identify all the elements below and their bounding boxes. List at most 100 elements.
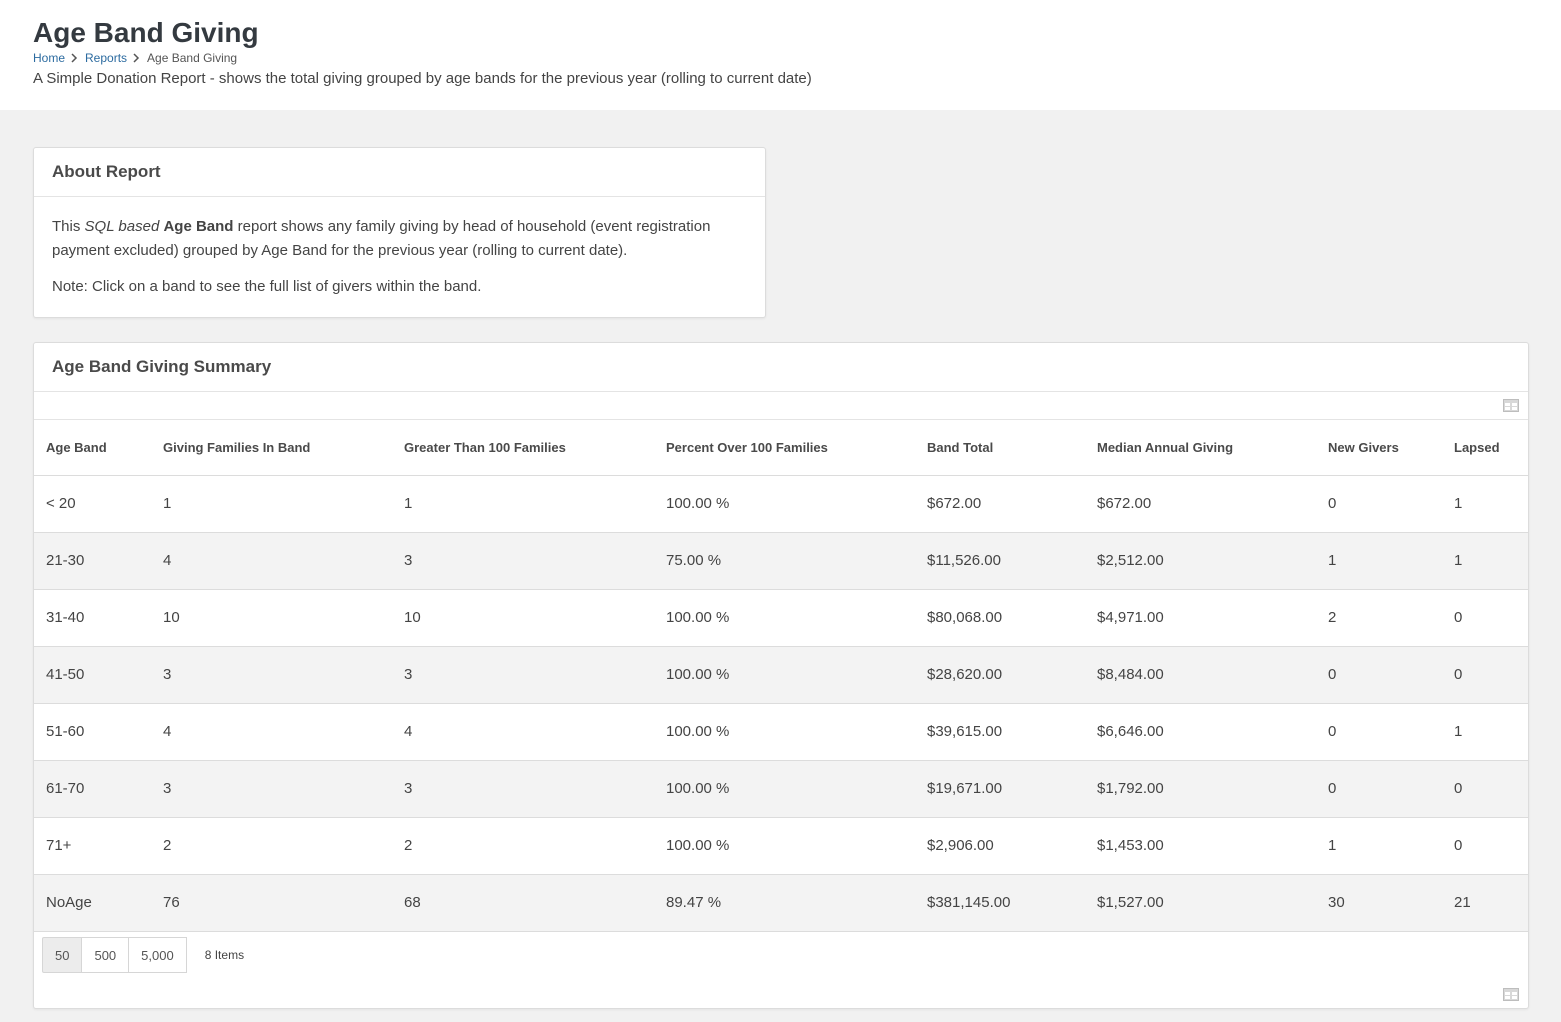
table-cell: 100.00 % (654, 646, 915, 704)
table-cell: 10 (392, 589, 654, 647)
about-text: This (52, 218, 81, 235)
table-cell: $2,512.00 (1085, 532, 1316, 590)
table-cell: $1,527.00 (1085, 874, 1316, 932)
table-cell: 41-50 (34, 646, 151, 704)
table-cell: 21-30 (34, 532, 151, 590)
column-header[interactable]: Giving Families In Band (151, 420, 392, 476)
page-title: Age Band Giving (33, 17, 259, 48)
table-cell: 76 (151, 874, 392, 932)
table-export-icon[interactable] (1503, 399, 1519, 412)
table-row[interactable]: 41-50 3 3 100.00 % $28,620.00 $8,484.00 … (34, 646, 1528, 704)
table-cell: 75.00 % (654, 532, 915, 590)
table-row[interactable]: 21-30 4 3 75.00 % $11,526.00 $2,512.00 1… (34, 532, 1528, 590)
table-cell: 2 (392, 817, 654, 875)
about-note: Note: Click on a band to see the full li… (52, 278, 482, 295)
table-cell: 4 (151, 703, 392, 761)
table-cell: 1 (1442, 475, 1528, 533)
table-cell: 1 (151, 475, 392, 533)
table-cell: 3 (151, 646, 392, 704)
table-cell: 0 (1442, 817, 1528, 875)
column-header[interactable]: Greater Than 100 Families (392, 420, 654, 476)
summary-title: Age Band Giving Summary (34, 343, 1528, 392)
table-cell: 3 (392, 532, 654, 590)
table-cell: 21 (1442, 874, 1528, 932)
table-cell: 10 (151, 589, 392, 647)
about-text-italic: SQL based (84, 218, 160, 235)
table-header-row: Age Band Giving Families In Band Greater… (34, 420, 1528, 476)
table-cell: 1 (1316, 817, 1442, 875)
table-row[interactable]: 51-60 4 4 100.00 % $39,615.00 $6,646.00 … (34, 703, 1528, 761)
table-cell: 61-70 (34, 760, 151, 818)
column-header[interactable]: Band Total (915, 420, 1085, 476)
column-header[interactable]: Lapsed (1442, 420, 1528, 476)
grid-actions-bar (34, 392, 1528, 420)
table-cell: 89.47 % (654, 874, 915, 932)
table-cell: < 20 (34, 475, 151, 533)
table-cell: 100.00 % (654, 589, 915, 647)
breadcrumb: Home Reports Age Band Giving (33, 50, 237, 66)
about-paragraph: This SQL based Age Band report shows any… (52, 215, 747, 263)
table-cell: 100.00 % (654, 475, 915, 533)
summary-table: Age Band Giving Families In Band Greater… (34, 420, 1528, 932)
table-cell: $28,620.00 (915, 646, 1085, 704)
table-body: < 20 1 1 100.00 % $672.00 $672.00 0 1 21… (34, 475, 1528, 932)
about-report-title: About Report (34, 148, 765, 197)
page-size-5000-button[interactable]: 5,000 (128, 937, 187, 973)
table-row[interactable]: 71+ 2 2 100.00 % $2,906.00 $1,453.00 1 0 (34, 817, 1528, 875)
table-cell: 1 (1442, 532, 1528, 590)
table-cell: $39,615.00 (915, 703, 1085, 761)
column-header[interactable]: New Givers (1316, 420, 1442, 476)
page-header: Age Band Giving Home Reports Age Band Gi… (0, 0, 1561, 110)
page-size-500-button[interactable]: 500 (81, 937, 130, 973)
table-cell: $19,671.00 (915, 760, 1085, 818)
table-cell: 0 (1442, 589, 1528, 647)
table-cell: NoAge (34, 874, 151, 932)
table-cell: $1,453.00 (1085, 817, 1316, 875)
table-cell: 68 (392, 874, 654, 932)
age-band-summary-panel: Age Band Giving Summary Age Band Giving … (33, 342, 1529, 1009)
breadcrumb-current: Age Band Giving (147, 51, 238, 65)
table-cell: $8,484.00 (1085, 646, 1316, 704)
table-cell: $11,526.00 (915, 532, 1085, 590)
table-cell: 0 (1316, 475, 1442, 533)
table-cell: 71+ (34, 817, 151, 875)
table-cell: $672.00 (915, 475, 1085, 533)
table-cell: 0 (1442, 760, 1528, 818)
table-cell: 0 (1316, 703, 1442, 761)
table-cell: 1 (392, 475, 654, 533)
column-header[interactable]: Median Annual Giving (1085, 420, 1316, 476)
chevron-right-icon (132, 53, 142, 63)
table-cell: $2,906.00 (915, 817, 1085, 875)
table-cell: 2 (1316, 589, 1442, 647)
chevron-right-icon (70, 53, 80, 63)
table-cell: $80,068.00 (915, 589, 1085, 647)
page-size-50-button[interactable]: 50 (42, 937, 83, 973)
item-count: 8 Items (204, 948, 245, 962)
table-cell: 2 (151, 817, 392, 875)
column-header[interactable]: Percent Over 100 Families (654, 420, 915, 476)
table-cell: 100.00 % (654, 760, 915, 818)
column-header[interactable]: Age Band (34, 420, 151, 476)
breadcrumb-reports-link[interactable]: Reports (85, 50, 127, 66)
table-cell: 0 (1442, 646, 1528, 704)
about-text-bold: Age Band (163, 218, 234, 235)
about-report-panel: About Report This SQL based Age Band rep… (33, 147, 766, 318)
table-cell: $6,646.00 (1085, 703, 1316, 761)
table-cell: $672.00 (1085, 475, 1316, 533)
table-cell: 100.00 % (654, 817, 915, 875)
table-cell: 1 (1442, 703, 1528, 761)
table-cell: 3 (151, 760, 392, 818)
table-cell: $4,971.00 (1085, 589, 1316, 647)
table-cell: $381,145.00 (915, 874, 1085, 932)
table-cell: $1,792.00 (1085, 760, 1316, 818)
table-cell: 100.00 % (654, 703, 915, 761)
table-export-icon[interactable] (1503, 988, 1519, 1001)
table-cell: 51-60 (34, 703, 151, 761)
table-row[interactable]: 31-40 10 10 100.00 % $80,068.00 $4,971.0… (34, 589, 1528, 647)
table-cell: 0 (1316, 646, 1442, 704)
breadcrumb-home-link[interactable]: Home (33, 50, 65, 66)
table-cell: 31-40 (34, 589, 151, 647)
table-row[interactable]: < 20 1 1 100.00 % $672.00 $672.00 0 1 (34, 475, 1528, 533)
table-row[interactable]: NoAge 76 68 89.47 % $381,145.00 $1,527.0… (34, 874, 1528, 932)
table-row[interactable]: 61-70 3 3 100.00 % $19,671.00 $1,792.00 … (34, 760, 1528, 818)
